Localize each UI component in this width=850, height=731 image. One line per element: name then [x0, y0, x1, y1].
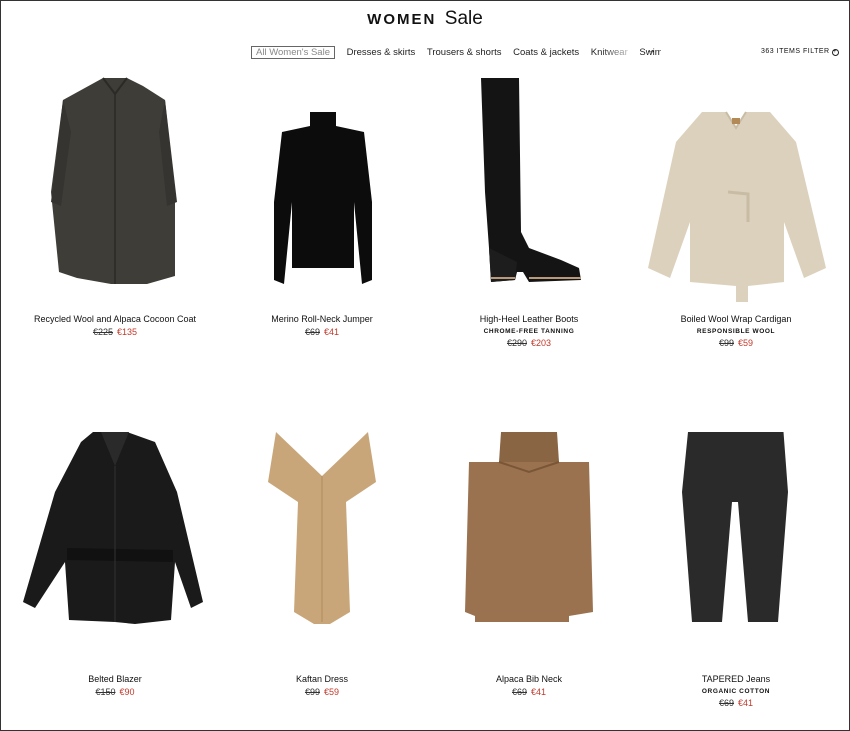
product-name[interactable]: Kaftan Dress	[222, 674, 422, 684]
product-name[interactable]: Boiled Wool Wrap Cardigan	[636, 314, 836, 324]
product-name[interactable]: High-Heel Leather Boots	[429, 314, 629, 324]
old-price: €69	[718, 698, 734, 708]
jumper-image[interactable]	[222, 72, 422, 312]
product-card[interactable]: Belted Blazer €150 €90	[15, 432, 215, 697]
product-price: €225 €135	[15, 327, 215, 337]
product-card[interactable]: Boiled Wool Wrap Cardigan RESPONSIBLE WO…	[636, 72, 836, 348]
product-price: €290 €203	[429, 338, 629, 348]
product-card[interactable]: TAPERED Jeans ORGANIC COTTON €69 €41	[636, 432, 836, 708]
old-price: €99	[304, 687, 320, 697]
product-tagline: CHROME-FREE TANNING	[483, 328, 575, 335]
cardigan-image[interactable]	[636, 72, 836, 312]
old-price: €69	[511, 687, 527, 697]
product-name[interactable]: TAPERED Jeans	[636, 674, 836, 684]
boots-image[interactable]	[429, 72, 629, 312]
items-count: 363 ITEMS	[761, 48, 801, 55]
product-price: €99 €59	[222, 687, 422, 697]
old-price: €290	[506, 338, 527, 348]
old-price: €225	[92, 327, 113, 337]
blazer-image[interactable]	[15, 432, 215, 672]
nav-next-arrow-icon[interactable]: →	[646, 45, 656, 56]
product-price: €69 €41	[222, 327, 422, 337]
product-card[interactable]: Merino Roll-Neck Jumper €69 €41	[222, 72, 422, 337]
product-price: €69 €41	[429, 687, 629, 697]
filter-button[interactable]: FILTER +	[803, 48, 839, 56]
product-card[interactable]: Kaftan Dress €99 €59	[222, 432, 422, 697]
category-trousers-shorts[interactable]: Trousers & shorts	[427, 47, 502, 58]
product-price: €69 €41	[636, 698, 836, 708]
product-price: €99 €59	[636, 338, 836, 348]
sale-price: €41	[324, 327, 340, 337]
category-dresses-skirts[interactable]: Dresses & skirts	[347, 47, 416, 58]
title-sale: Sale	[444, 8, 483, 29]
bib-neck-image[interactable]	[429, 432, 629, 672]
sale-price: €41	[531, 687, 547, 697]
sale-price: €59	[324, 687, 340, 697]
product-name[interactable]: Recycled Wool and Alpaca Cocoon Coat	[15, 314, 215, 324]
dress-image[interactable]	[222, 432, 422, 672]
jeans-image[interactable]	[636, 432, 836, 672]
product-name[interactable]: Merino Roll-Neck Jumper	[222, 314, 422, 324]
nav-fade	[600, 44, 640, 62]
category-coats-jackets[interactable]: Coats & jackets	[513, 47, 579, 58]
old-price: €99	[718, 338, 734, 348]
old-price: €150	[95, 687, 116, 697]
category-all-womens-sale[interactable]: All Women's Sale	[251, 46, 335, 59]
product-name[interactable]: Alpaca Bib Neck	[429, 674, 629, 684]
product-card[interactable]: Recycled Wool and Alpaca Cocoon Coat €22…	[15, 72, 215, 337]
product-tagline: ORGANIC COTTON	[701, 688, 771, 695]
title-women: WOMEN	[367, 11, 437, 28]
plus-icon: +	[831, 49, 839, 56]
product-card[interactable]: High-Heel Leather Boots CHROME-FREE TANN…	[429, 72, 629, 348]
product-card[interactable]: Alpaca Bib Neck €69 €41	[429, 432, 629, 697]
page-title: WOMEN Sale	[0, 8, 850, 30]
sale-price: €41	[738, 698, 754, 708]
filter-label: FILTER	[803, 48, 830, 55]
product-tagline: RESPONSIBLE WOOL	[696, 328, 776, 335]
coat-image[interactable]	[15, 72, 215, 312]
sale-price: €90	[119, 687, 135, 697]
product-price: €150 €90	[15, 687, 215, 697]
sale-price: €135	[117, 327, 138, 337]
product-name[interactable]: Belted Blazer	[15, 674, 215, 684]
old-price: €69	[304, 327, 320, 337]
sale-price: €203	[531, 338, 552, 348]
sale-price: €59	[738, 338, 754, 348]
